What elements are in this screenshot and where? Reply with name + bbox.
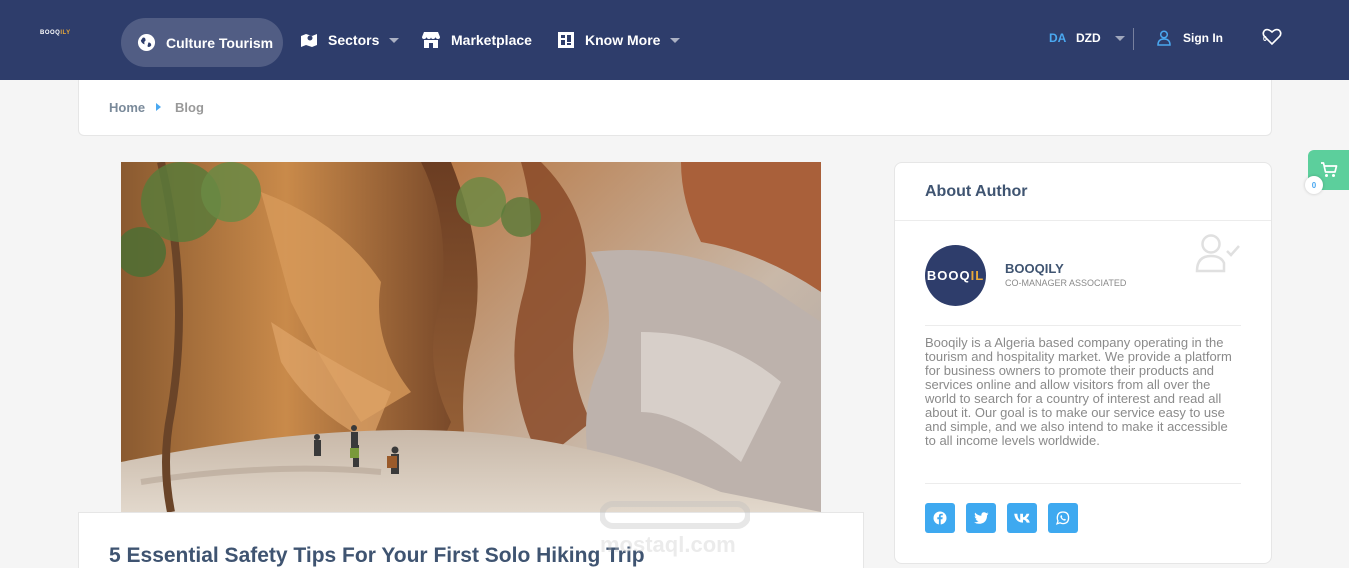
author-divider [925,325,1241,326]
breadcrumb: Home Blog [78,80,1272,136]
store-icon [422,32,440,48]
globe-icon [137,33,156,52]
cart-count-badge: 0 [1305,176,1323,194]
top-navbar: BOOQILY Culture Tourism Sectors Marketpl… [0,0,1349,80]
map-icon [301,34,317,47]
nav-culture-tourism[interactable]: Culture Tourism [121,18,283,67]
author-role: CO-MANAGER ASSOCIATED [1005,278,1127,288]
chevron-right-icon [156,103,161,111]
facebook-icon [933,511,947,525]
nav-marketplace-label: Marketplace [451,32,532,48]
chevron-down-icon [389,37,400,43]
vk-button[interactable] [1007,503,1037,533]
twitter-button[interactable] [966,503,996,533]
sign-in-link[interactable]: Sign In [1157,30,1223,46]
nav-know-more[interactable]: Know More [557,0,681,80]
nav-sectors-label: Sectors [328,32,380,48]
watermark: mostaql.com [599,500,751,560]
vk-icon [1014,513,1030,523]
currency-selector[interactable]: DZD [1076,31,1101,45]
author-card-header: About Author [895,163,1271,221]
language-selector[interactable]: DA [1049,31,1066,45]
grid-icon [558,32,574,48]
logo-accent: ILY [60,30,71,36]
breadcrumb-current: Blog [175,100,204,115]
user-check-icon [1195,234,1240,273]
author-bio: Booqily is a Algeria based company opera… [925,335,1232,448]
about-author-card: About Author BOOQ IL BOOQILY CO-MANAGER A… [894,162,1272,564]
article-title[interactable]: 5 Essential Safety Tips For Your First S… [109,544,645,568]
user-icon [1157,30,1171,46]
avatar[interactable]: BOOQ IL [925,245,986,306]
nav-know-more-label: Know More [585,32,661,48]
article-hero-image [121,162,821,512]
whatsapp-button[interactable] [1048,503,1078,533]
chevron-down-icon[interactable] [1115,36,1125,41]
watermark-logo-icon [599,501,751,529]
nav-sectors[interactable]: Sectors [300,0,400,80]
avatar-text: BOOQ [926,268,971,283]
wishlist-count: 0 [1263,36,1267,43]
logo[interactable]: BOOQILY [40,30,71,36]
cart-icon [1320,162,1337,177]
author-name[interactable]: BOOQILY [1005,261,1064,276]
author-card-title: About Author [925,183,1028,200]
twitter-icon [973,511,988,524]
nav-divider [1133,28,1134,50]
facebook-button[interactable] [925,503,955,533]
nav-marketplace[interactable]: Marketplace [421,0,532,80]
avatar-accent: IL [970,268,985,283]
whatsapp-icon [1056,511,1070,525]
watermark-text: mostaql.com [600,532,736,557]
nav-culture-label: Culture Tourism [166,34,274,51]
author-divider [925,483,1241,484]
logo-main: BOOQ [40,30,61,36]
breadcrumb-home[interactable]: Home [109,100,145,115]
sign-in-label: Sign In [1183,31,1223,45]
chevron-down-icon [670,37,681,43]
